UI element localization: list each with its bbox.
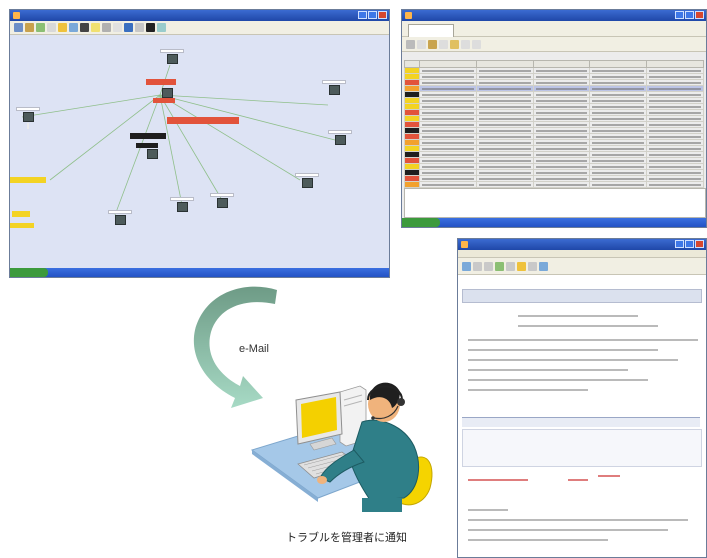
mail-body-line [468,529,668,531]
mail-body-line [468,369,628,371]
taskbar [10,268,389,277]
start-button[interactable] [402,218,440,227]
operator-headset-icon [250,382,433,512]
network-node-icon[interactable] [210,193,234,208]
start-button[interactable] [10,268,48,277]
down-alert-label [136,143,158,148]
event-list-window [401,9,707,228]
mail-field [518,325,658,327]
network-node-icon[interactable] [328,130,352,145]
list-toolbar[interactable] [402,37,706,52]
warning-alert-label [10,177,46,183]
window-controls[interactable] [675,240,704,248]
tab-active[interactable] [408,24,454,37]
mail-toolbar[interactable] [458,258,706,275]
mail-body-line [468,509,508,511]
warning-alert-label [10,223,34,228]
mail-field [518,315,638,317]
mail-header-bar [462,289,702,303]
network-node-icon[interactable] [108,210,132,225]
mail-body-line [468,539,608,541]
network-node-icon[interactable]: ​ [16,107,40,129]
list-titlebar [402,10,706,21]
mail-menubar[interactable] [458,250,706,258]
network-node-icon[interactable] [295,173,319,188]
network-node-icon[interactable] [160,49,184,64]
app-icon [461,241,468,248]
network-node-icon[interactable] [322,80,346,95]
list-tabs[interactable] [402,21,706,37]
map-titlebar [10,10,389,21]
window-controls[interactable] [675,11,704,19]
email-notification-window [457,238,707,558]
mail-alert-line [468,479,528,481]
taskbar [402,218,706,227]
mail-alert-line [598,475,620,477]
network-map-window: ​ [9,9,390,278]
network-node-icon[interactable] [170,197,194,212]
critical-alert-label [167,117,239,124]
mail-body-line [468,359,678,361]
network-node-icon[interactable] [162,88,173,98]
map-toolbar[interactable] [10,21,389,35]
window-controls[interactable] [358,11,387,19]
network-node-icon[interactable] [147,149,158,159]
critical-alert-label [153,98,175,103]
mail-summary-table [462,429,702,467]
app-icon [405,12,412,19]
mail-body-line [468,519,688,521]
app-icon [13,12,20,19]
warning-alert-label [12,211,30,217]
mail-body-line [468,339,698,341]
event-table[interactable] [404,60,704,200]
mail-body-line [468,379,648,381]
mail-body-line [468,349,658,351]
mail-section-header [462,417,700,427]
topology-canvas[interactable]: ​ [10,35,389,268]
mail-alert-line [568,479,588,481]
mail-titlebar [458,239,706,250]
down-alert-label [130,133,166,139]
email-label: e-Mail [239,343,269,355]
mail-body-line [468,389,588,391]
caption: トラブルを管理者に通知 [286,532,407,544]
critical-alert-label [146,79,176,85]
event-detail-pane [404,188,706,218]
topology-links [21,64,336,216]
